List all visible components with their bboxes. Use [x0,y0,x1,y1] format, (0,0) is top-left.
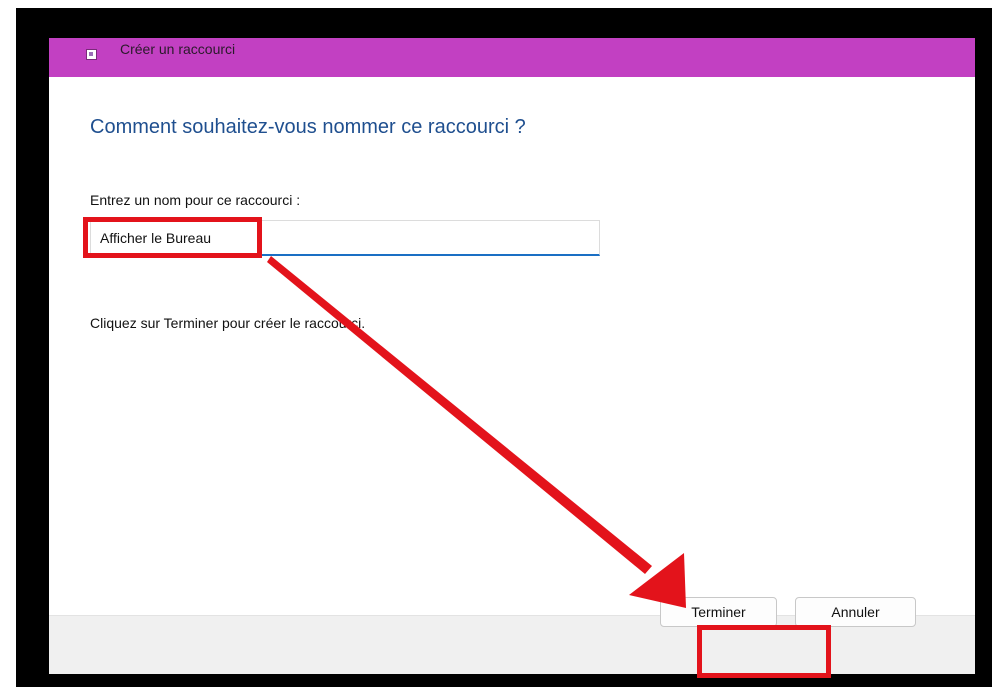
create-shortcut-dialog: Créer un raccourci Comment souhaitez-vou… [49,38,975,674]
finish-button[interactable]: Terminer [660,597,777,627]
title-bar: Créer un raccourci [49,38,975,77]
window-title: Créer un raccourci [120,41,236,57]
cancel-button[interactable]: Annuler [795,597,916,627]
finish-instruction-text: Cliquez sur Terminer pour créer le racco… [90,315,366,331]
shortcut-name-label: Entrez un nom pour ce raccourci : [90,192,301,208]
shortcut-wizard-icon [86,49,97,60]
page-heading: Comment souhaitez-vous nommer ce raccour… [90,116,526,138]
shortcut-name-input[interactable] [90,220,600,256]
